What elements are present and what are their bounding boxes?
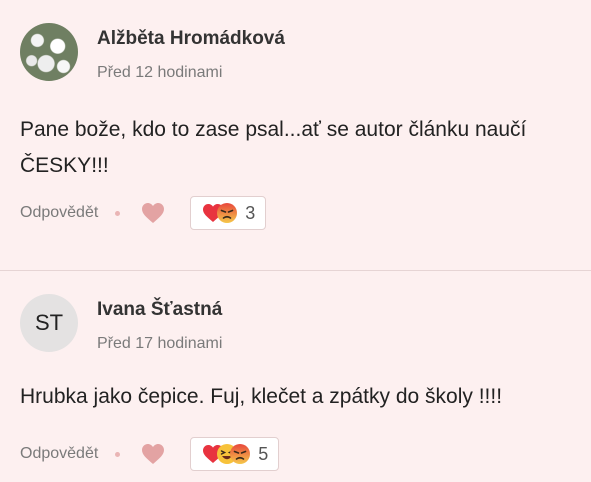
angry-face-icon: [230, 444, 251, 464]
reply-button[interactable]: Odpovědět: [20, 204, 98, 222]
reaction-count: 5: [258, 443, 269, 464]
like-button[interactable]: [140, 442, 166, 466]
author-name[interactable]: Ivana Šťastná: [97, 299, 222, 321]
comment-timestamp: Před 12 hodinami: [97, 64, 223, 81]
like-button[interactable]: [140, 201, 166, 225]
reaction-count: 3: [245, 202, 256, 223]
author-name[interactable]: Alžběta Hromádková: [97, 28, 285, 50]
comment-text: Pane bože, kdo to zase psal...ať se auto…: [20, 118, 527, 177]
reply-button[interactable]: Odpovědět: [20, 445, 98, 463]
comment-text: Hrubka jako čepice. Fuj, klečet a zpátky…: [20, 385, 503, 408]
separator-dot: [115, 210, 121, 216]
comment: Alžběta Hromádková Před 12 hodinami Pane…: [0, 0, 591, 270]
reactions-summary[interactable]: 3: [190, 196, 267, 230]
comment-actions: Odpovědět 3: [20, 196, 267, 230]
heart-icon: [142, 203, 165, 223]
comment-timestamp: Před 17 hodinami: [97, 335, 223, 352]
comment-actions: Odpovědět 5: [20, 437, 280, 471]
avatar-initials: ST: [34, 310, 64, 335]
separator-dot: [115, 451, 121, 457]
avatar[interactable]: ST: [20, 294, 78, 352]
angry-face-icon: [217, 203, 238, 223]
heart-icon: [142, 444, 165, 464]
reactions-summary[interactable]: 5: [190, 437, 280, 471]
comment: ST Ivana Šťastná Před 17 hodinami Hrubka…: [0, 270, 591, 481]
avatar[interactable]: [20, 23, 78, 81]
